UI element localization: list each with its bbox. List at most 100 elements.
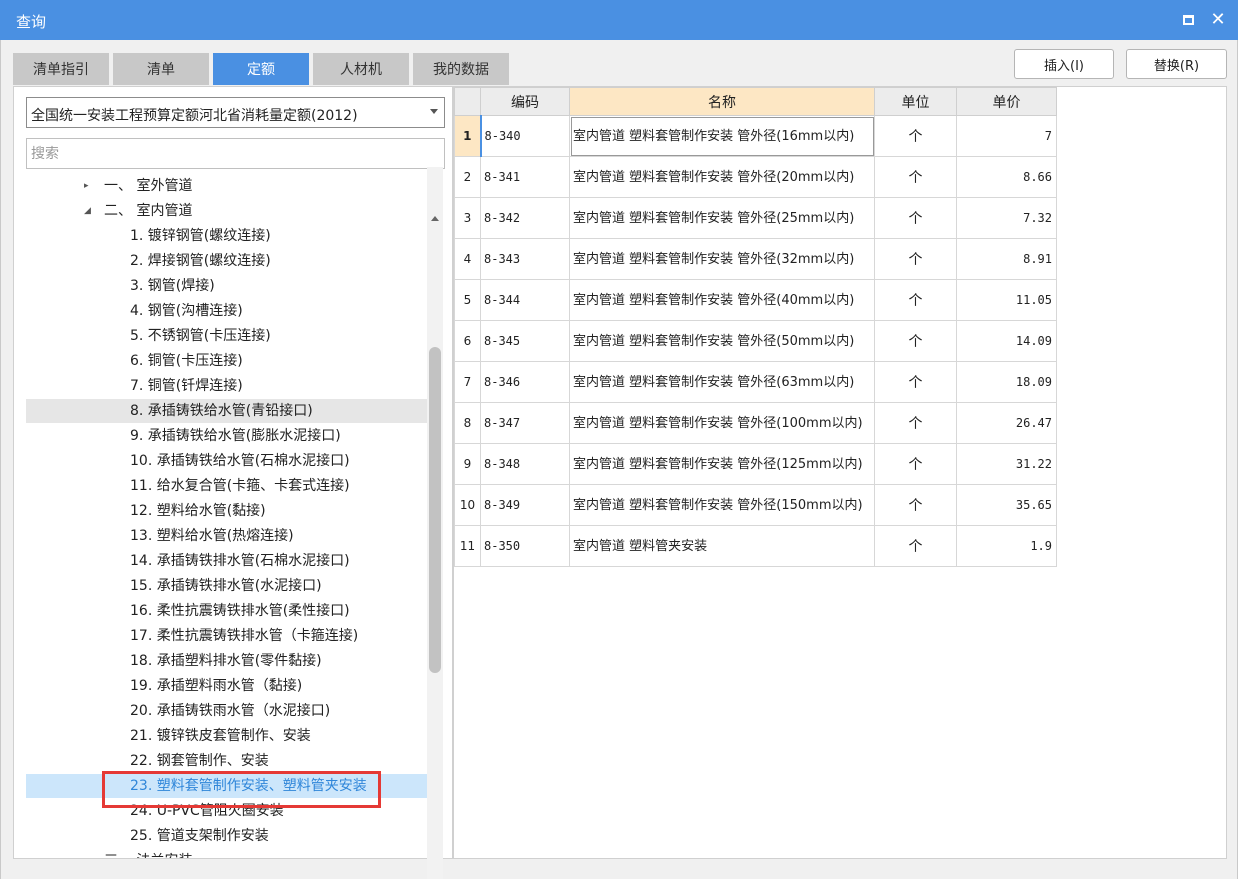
unit-cell[interactable]: 个 xyxy=(874,279,957,321)
tree-item[interactable]: 19. 承插塑料雨水管（黏接) xyxy=(26,674,430,698)
table-row[interactable]: 4 8-343 室内管道 塑料套管制作安装 管外径(32mm以内) 个 8.91 xyxy=(454,238,1057,280)
tree-item[interactable]: ◢ 二、 室内管道 xyxy=(26,199,430,223)
tree-item[interactable]: ▸ 一、 室外管道 xyxy=(26,174,430,198)
price-cell[interactable]: 11.05 xyxy=(956,279,1057,321)
tree-item[interactable]: 6. 铜管(卡压连接) xyxy=(26,349,430,373)
table-row[interactable]: 6 8-345 室内管道 塑料套管制作安装 管外径(50mm以内) 个 14.09 xyxy=(454,320,1057,362)
tree-scrollbar[interactable] xyxy=(427,167,443,879)
expand-arrow-icon[interactable]: ▸ xyxy=(84,174,89,198)
scroll-up-icon[interactable] xyxy=(431,216,439,221)
tree-item[interactable]: 14. 承插铸铁排水管(石棉水泥接口) xyxy=(26,549,430,573)
price-cell[interactable]: 31.22 xyxy=(956,443,1057,485)
row-number-cell[interactable]: 5 xyxy=(454,279,481,321)
tree-item[interactable]: 1. 镀锌钢管(螺纹连接) xyxy=(26,224,430,248)
price-cell[interactable]: 7.32 xyxy=(956,197,1057,239)
tab-labor-material-machine[interactable]: 人材机 xyxy=(313,53,409,85)
tree-item[interactable]: 25. 管道支架制作安装 xyxy=(26,824,430,848)
code-cell[interactable]: 8-345 xyxy=(480,320,570,362)
unit-cell[interactable]: 个 xyxy=(874,238,957,280)
table-row[interactable]: 8 8-347 室内管道 塑料套管制作安装 管外径(100mm以内) 个 26.47 xyxy=(454,402,1057,444)
table-row[interactable]: 11 8-350 室内管道 塑料管夹安装个 1.9 xyxy=(454,525,1057,567)
price-cell[interactable]: 26.47 xyxy=(956,402,1057,444)
insert-button[interactable]: 插入(I) xyxy=(1014,49,1114,79)
row-number-cell[interactable]: 9 xyxy=(454,443,481,485)
tree-item[interactable]: 18. 承插塑料排水管(零件黏接) xyxy=(26,649,430,673)
code-cell[interactable]: 8-342 xyxy=(480,197,570,239)
search-input[interactable] xyxy=(26,138,445,169)
tree-item[interactable]: 23. 塑料套管制作安装、塑料管夹安装 xyxy=(26,774,430,798)
unit-cell[interactable]: 个 xyxy=(874,361,957,403)
table-row[interactable]: 5 8-344 室内管道 塑料套管制作安装 管外径(40mm以内) 个 11.05 xyxy=(454,279,1057,321)
tree-item[interactable]: 5. 不锈钢管(卡压连接) xyxy=(26,324,430,348)
row-number-cell[interactable]: 7 xyxy=(454,361,481,403)
row-number-cell[interactable]: 8 xyxy=(454,402,481,444)
name-cell[interactable]: 室内管道 塑料套管制作安装 管外径(40mm以内) xyxy=(569,279,875,321)
name-cell[interactable]: 室内管道 塑料管夹安装 xyxy=(569,525,875,567)
name-column-header[interactable]: 名称 xyxy=(569,87,875,116)
tab-bill-guide[interactable]: 清单指引 xyxy=(13,53,109,85)
code-cell[interactable]: 8-341 xyxy=(480,156,570,198)
name-cell[interactable]: 室内管道 塑料套管制作安装 管外径(20mm以内) xyxy=(569,156,875,198)
tree-item[interactable]: 11. 给水复合管(卡箍、卡套式连接) xyxy=(26,474,430,498)
scrollbar-thumb[interactable] xyxy=(429,347,441,673)
unit-cell[interactable]: 个 xyxy=(874,320,957,362)
tree-item[interactable]: ▸ 三、 法兰安装 xyxy=(26,849,430,858)
price-cell[interactable]: 8.91 xyxy=(956,238,1057,280)
name-cell[interactable]: 室内管道 塑料套管制作安装 管外径(32mm以内) xyxy=(569,238,875,280)
table-row[interactable]: 3 8-342 室内管道 塑料套管制作安装 管外径(25mm以内) 个 7.32 xyxy=(454,197,1057,239)
code-cell[interactable]: 8-350 xyxy=(480,525,570,567)
tree-item[interactable]: 15. 承插铸铁排水管(水泥接口) xyxy=(26,574,430,598)
tab-my-data[interactable]: 我的数据 xyxy=(413,53,509,85)
unit-cell[interactable]: 个 xyxy=(874,484,957,526)
unit-cell[interactable]: 个 xyxy=(874,443,957,485)
unit-cell[interactable]: 个 xyxy=(874,402,957,444)
tree-item[interactable]: 24. U-PVC管阻火圈安装 xyxy=(26,799,430,823)
tree-item[interactable]: 16. 柔性抗震铸铁排水管(柔性接口) xyxy=(26,599,430,623)
maximize-button[interactable] xyxy=(1178,10,1198,30)
tree-item[interactable]: 12. 塑料给水管(黏接) xyxy=(26,499,430,523)
quota-library-select[interactable]: 全国统一安装工程预算定额河北省消耗量定额(2012) xyxy=(26,97,445,128)
price-cell[interactable]: 8.66 xyxy=(956,156,1057,198)
table-row[interactable]: 10 8-349 室内管道 塑料套管制作安装 管外径(150mm以内) 个 35.65 xyxy=(454,484,1057,526)
table-row[interactable]: 7 8-346 室内管道 塑料套管制作安装 管外径(63mm以内) 个 18.09 xyxy=(454,361,1057,403)
price-cell[interactable]: 7 xyxy=(956,115,1057,157)
tree-item[interactable]: 17. 柔性抗震铸铁排水管（卡箍连接) xyxy=(26,624,430,648)
tree-item[interactable]: 22. 钢套管制作、安装 xyxy=(26,749,430,773)
price-cell[interactable]: 14.09 xyxy=(956,320,1057,362)
row-number-cell[interactable]: 1 xyxy=(454,115,481,157)
price-cell[interactable]: 35.65 xyxy=(956,484,1057,526)
tree-item[interactable]: 2. 焊接钢管(螺纹连接) xyxy=(26,249,430,273)
price-column-header[interactable]: 单价 xyxy=(956,87,1057,116)
row-number-cell[interactable]: 10 xyxy=(454,484,481,526)
tab-quota[interactable]: 定额 xyxy=(213,53,309,85)
code-cell[interactable]: 8-340 xyxy=(479,115,570,157)
table-row[interactable]: 2 8-341 室内管道 塑料套管制作安装 管外径(20mm以内) 个 8.66 xyxy=(454,156,1057,198)
price-cell[interactable]: 1.9 xyxy=(956,525,1057,567)
row-number-cell[interactable]: 3 xyxy=(454,197,481,239)
code-cell[interactable]: 8-344 xyxy=(480,279,570,321)
collapse-arrow-icon[interactable]: ◢ xyxy=(84,199,91,223)
close-button[interactable]: ✕ xyxy=(1208,10,1228,30)
code-cell[interactable]: 8-348 xyxy=(480,443,570,485)
name-cell[interactable]: 室内管道 塑料套管制作安装 管外径(125mm以内) xyxy=(569,443,875,485)
code-cell[interactable]: 8-347 xyxy=(480,402,570,444)
tree-item[interactable]: 3. 钢管(焊接) xyxy=(26,274,430,298)
unit-cell[interactable]: 个 xyxy=(874,197,957,239)
tree-item[interactable]: 20. 承插铸铁雨水管（水泥接口) xyxy=(26,699,430,723)
price-cell[interactable]: 18.09 xyxy=(956,361,1057,403)
code-column-header[interactable]: 编码 xyxy=(480,87,570,116)
name-cell[interactable]: 室内管道 塑料套管制作安装 管外径(63mm以内) xyxy=(569,361,875,403)
row-number-cell[interactable]: 11 xyxy=(454,525,481,567)
table-row[interactable]: 1 8-340 室内管道 塑料套管制作安装 管外径(16mm以内) 个 7 xyxy=(454,115,1057,157)
name-cell[interactable]: 室内管道 塑料套管制作安装 管外径(150mm以内) xyxy=(569,484,875,526)
name-cell[interactable]: 室内管道 塑料套管制作安装 管外径(16mm以内) xyxy=(569,115,875,157)
tree-item[interactable]: 13. 塑料给水管(热熔连接) xyxy=(26,524,430,548)
name-cell[interactable]: 室内管道 塑料套管制作安装 管外径(100mm以内) xyxy=(569,402,875,444)
tree-item[interactable]: 8. 承插铸铁给水管(青铅接口) xyxy=(26,399,430,423)
code-cell[interactable]: 8-343 xyxy=(480,238,570,280)
tree-item[interactable]: 7. 铜管(钎焊连接) xyxy=(26,374,430,398)
table-row[interactable]: 9 8-348 室内管道 塑料套管制作安装 管外径(125mm以内) 个 31.22 xyxy=(454,443,1057,485)
tree-item[interactable]: 4. 钢管(沟槽连接) xyxy=(26,299,430,323)
row-number-cell[interactable]: 4 xyxy=(454,238,481,280)
name-cell[interactable]: 室内管道 塑料套管制作安装 管外径(25mm以内) xyxy=(569,197,875,239)
